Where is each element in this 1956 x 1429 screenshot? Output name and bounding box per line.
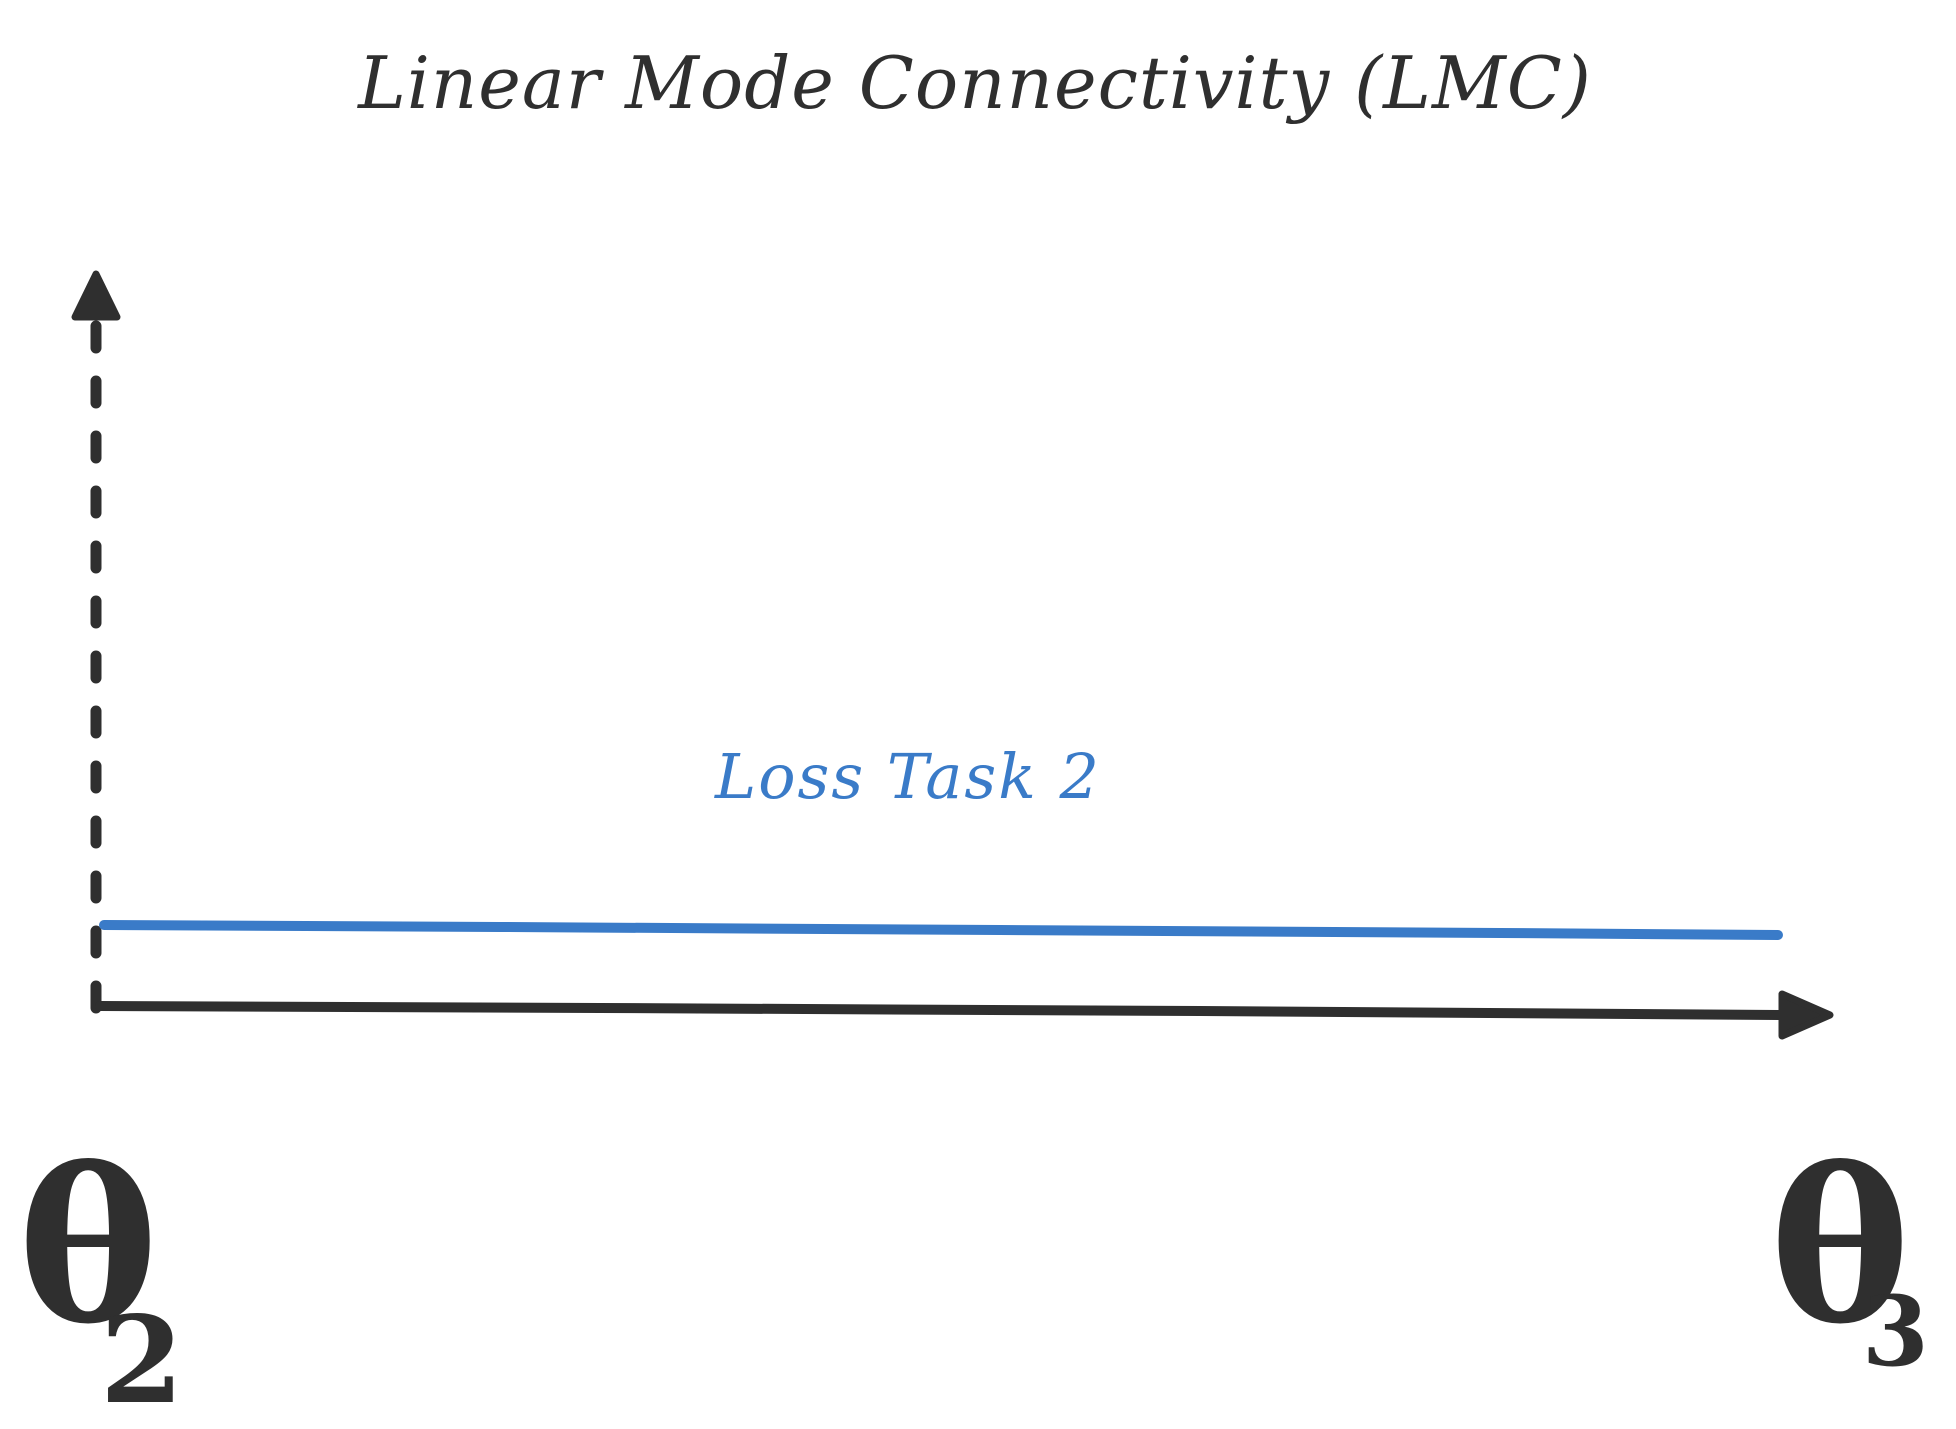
horizontal-axis-line bbox=[95, 1001, 1785, 1020]
diagram-title: Linear Mode Connectivity (LMC) bbox=[356, 41, 1592, 125]
horizontal-axis-arrowhead bbox=[1778, 990, 1834, 1040]
vertical-axis bbox=[71, 270, 121, 1014]
theta-3-label: θ 3 bbox=[1770, 1123, 1929, 1388]
loss-task-2-label: Loss Task 2 bbox=[714, 740, 1101, 813]
theta-3-subscript: 3 bbox=[1862, 1275, 1929, 1388]
vertical-axis-arrowhead bbox=[71, 270, 121, 321]
theta-2-label: θ 2 bbox=[18, 1123, 184, 1429]
loss-task-2-line bbox=[99, 920, 1783, 940]
lmc-diagram: Linear Mode Connectivity (LMC) Loss Task… bbox=[18, 41, 1929, 1429]
theta-2-subscript: 2 bbox=[100, 1290, 184, 1429]
horizontal-axis bbox=[95, 990, 1834, 1040]
